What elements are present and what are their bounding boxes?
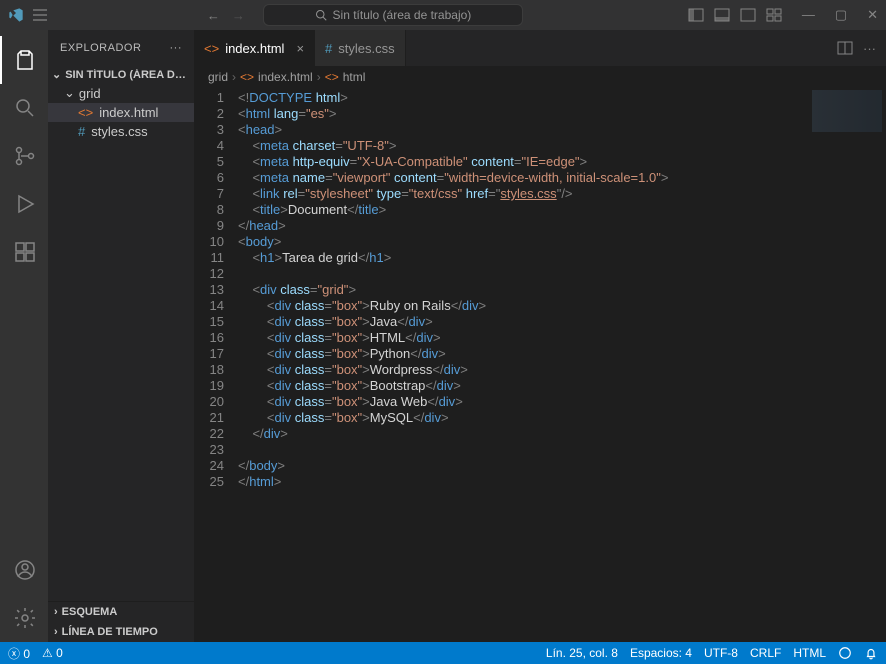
minimize-icon[interactable]: ― <box>802 7 815 23</box>
tab-label: styles.css <box>338 41 394 56</box>
tab-more-icon[interactable]: ··· <box>863 41 876 56</box>
status-feedback-icon[interactable] <box>838 646 852 660</box>
customize-layout-icon[interactable] <box>766 8 782 22</box>
status-spaces[interactable]: Espacios: 4 <box>630 646 692 660</box>
folder-grid[interactable]: ⌄ grid <box>48 83 194 103</box>
breadcrumb-file[interactable]: index.html <box>258 70 313 84</box>
breadcrumb-symbol[interactable]: html <box>343 70 366 84</box>
file-index-html[interactable]: <> index.html <box>48 103 194 122</box>
timeline-label: LÍNEA DE TIEMPO <box>62 626 158 638</box>
toggle-primary-sidebar-icon[interactable] <box>688 8 704 22</box>
chevron-right-icon: › <box>317 70 321 84</box>
maximize-icon[interactable]: ▢ <box>835 7 847 23</box>
status-encoding[interactable]: UTF-8 <box>704 646 738 660</box>
search-placeholder: Sin título (área de trabajo) <box>333 8 472 22</box>
html-file-icon: <> <box>240 70 254 84</box>
status-warnings[interactable]: ⚠ 0 <box>42 646 63 660</box>
outline-label: ESQUEMA <box>62 606 118 618</box>
status-bell-icon[interactable] <box>864 646 878 660</box>
css-file-icon: # <box>325 41 332 56</box>
line-gutter: 1234567891011121314151617181920212223242… <box>194 88 238 642</box>
tab-label: index.html <box>225 41 284 56</box>
chevron-down-icon: ⌄ <box>52 68 61 81</box>
status-language[interactable]: HTML <box>793 646 826 660</box>
code-content[interactable]: <!DOCTYPE html><html lang="es"><head> <m… <box>238 88 806 642</box>
activity-explorer[interactable] <box>0 36 48 84</box>
chevron-right-icon: › <box>54 626 58 638</box>
explorer-more-icon[interactable]: ··· <box>170 42 183 54</box>
editor-tabs: <> index.html × # styles.css ··· <box>194 30 886 66</box>
window-controls: ― ▢ ✕ <box>802 7 878 23</box>
breadcrumb[interactable]: grid › <> index.html › <> html <box>194 66 886 88</box>
folder-label: grid <box>79 86 101 101</box>
html-tag-icon: <> <box>325 70 339 84</box>
activity-bar <box>0 30 48 642</box>
toggle-secondary-sidebar-icon[interactable] <box>740 8 756 22</box>
command-center-search[interactable]: Sin título (área de trabajo) <box>263 4 523 26</box>
chevron-down-icon: ⌄ <box>64 85 75 101</box>
nav-forward-icon[interactable]: → <box>226 8 251 23</box>
split-editor-icon[interactable] <box>837 41 853 55</box>
menu-icon[interactable] <box>32 8 48 22</box>
vscode-logo-icon <box>8 7 24 23</box>
titlebar: ← → Sin título (área de trabajo) ― ▢ ✕ <box>0 0 886 30</box>
chevron-right-icon: › <box>54 606 58 618</box>
toggle-panel-icon[interactable] <box>714 8 730 22</box>
explorer-sidebar: EXPLORADOR ··· ⌄ SIN TÍTULO (ÁREA DE TRA… <box>48 30 194 642</box>
outline-panel[interactable]: › ESQUEMA <box>48 602 194 622</box>
activity-search[interactable] <box>0 84 48 132</box>
tab-close-icon[interactable]: × <box>296 41 304 56</box>
editor-group: <> index.html × # styles.css ··· grid › <> i… <box>194 30 886 642</box>
status-bar: ⓧ 0 ⚠ 0 Lín. 25, col. 8 Espacios: 4 UTF-… <box>0 642 886 664</box>
tab-index-html[interactable]: <> index.html × <box>194 30 315 66</box>
code-editor[interactable]: 1234567891011121314151617181920212223242… <box>194 88 886 642</box>
file-styles-css[interactable]: # styles.css <box>48 122 194 141</box>
status-eol[interactable]: CRLF <box>750 646 781 660</box>
activity-run-debug[interactable] <box>0 180 48 228</box>
file-label: styles.css <box>91 124 147 139</box>
file-label: index.html <box>99 105 158 120</box>
workspace-label: SIN TÍTULO (ÁREA DE TRA... <box>65 69 190 81</box>
timeline-panel[interactable]: › LÍNEA DE TIEMPO <box>48 622 194 642</box>
activity-accounts[interactable] <box>0 546 48 594</box>
html-file-icon: <> <box>204 41 219 56</box>
activity-extensions[interactable] <box>0 228 48 276</box>
status-errors[interactable]: ⓧ 0 <box>8 645 30 662</box>
activity-source-control[interactable] <box>0 132 48 180</box>
layout-controls <box>688 8 782 22</box>
breadcrumb-folder[interactable]: grid <box>208 70 228 84</box>
html-file-icon: <> <box>78 105 93 120</box>
activity-settings[interactable] <box>0 594 48 642</box>
close-icon[interactable]: ✕ <box>867 7 878 23</box>
css-file-icon: # <box>78 124 85 139</box>
explorer-title: EXPLORADOR <box>60 42 141 54</box>
workspace-header[interactable]: ⌄ SIN TÍTULO (ÁREA DE TRA... <box>48 66 194 83</box>
chevron-right-icon: › <box>232 70 236 84</box>
nav-back-icon[interactable]: ← <box>201 8 226 23</box>
status-cursor[interactable]: Lín. 25, col. 8 <box>546 646 618 660</box>
minimap[interactable] <box>806 88 886 642</box>
tab-styles-css[interactable]: # styles.css <box>315 30 406 66</box>
